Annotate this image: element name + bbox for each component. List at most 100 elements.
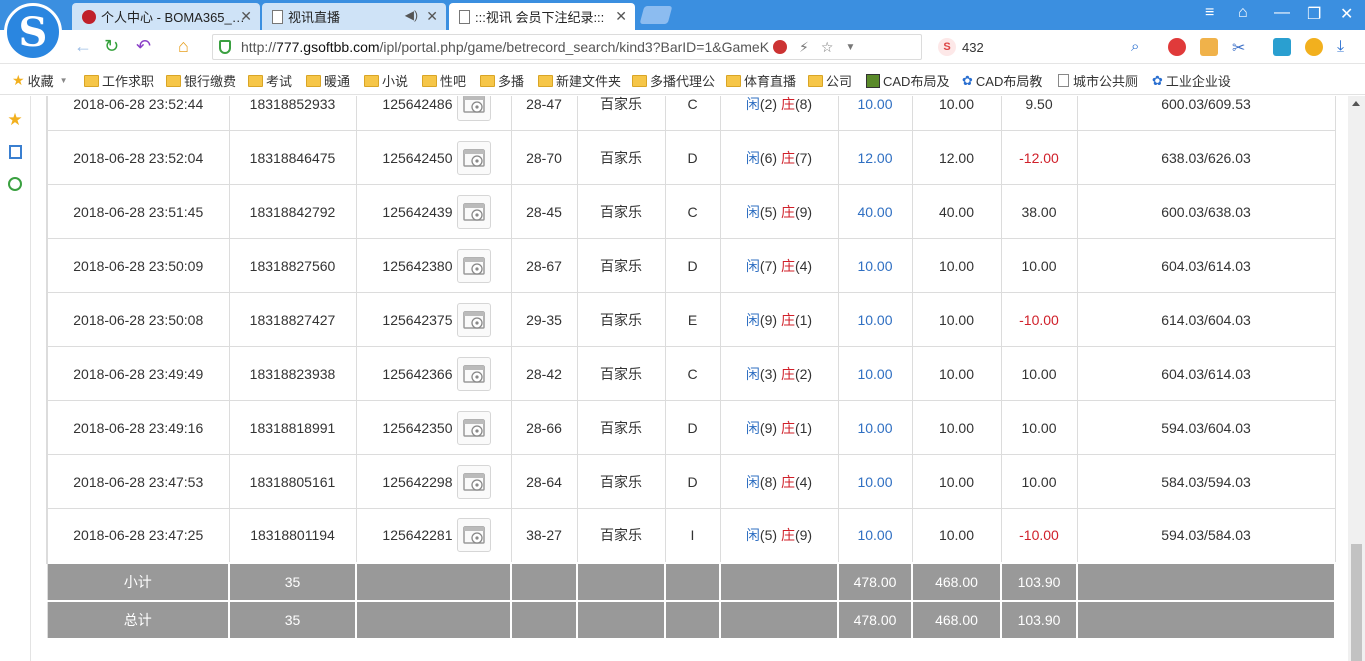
browser-logo[interactable]: S bbox=[4, 3, 62, 61]
bookmark-folder[interactable]: 新建文件夹 bbox=[538, 71, 621, 90]
balance-change: 600.03/638.03 bbox=[1076, 184, 1336, 239]
star-icon[interactable]: ★ bbox=[7, 110, 23, 129]
bookmark-folder[interactable]: 工作求职 bbox=[84, 71, 154, 90]
menu-icon[interactable]: ≡ bbox=[1205, 4, 1214, 22]
video-replay-icon[interactable] bbox=[456, 302, 491, 337]
banker-points: (8) bbox=[794, 96, 813, 112]
bookmark-label: 小说 bbox=[382, 74, 409, 89]
tab-live-video[interactable]: 视讯直播 ◀) ✕ bbox=[262, 3, 446, 30]
back-icon[interactable]: ← bbox=[74, 36, 92, 57]
bet-amount[interactable]: 10.00 bbox=[837, 508, 913, 563]
close-icon[interactable]: ✕ bbox=[240, 8, 252, 25]
subtotal-label: 小计 bbox=[46, 561, 230, 602]
tab-bet-records[interactable]: :::视讯 会员下注纪录::: ✕ bbox=[449, 3, 635, 30]
scissors-icon[interactable]: ✂ bbox=[1232, 38, 1250, 57]
bookmark-folder[interactable]: 多播 bbox=[480, 71, 524, 90]
bet-amount[interactable]: 10.00 bbox=[837, 292, 913, 347]
player-points: (6) bbox=[759, 149, 778, 166]
folder-icon bbox=[364, 74, 379, 87]
bet-amount[interactable]: 10.00 bbox=[837, 400, 913, 455]
bet-amount[interactable]: 40.00 bbox=[837, 184, 913, 239]
page-icon bbox=[459, 9, 470, 24]
bookmark-folder[interactable]: 暖通 bbox=[306, 71, 350, 90]
bookmark-folder[interactable]: 考试 bbox=[248, 71, 292, 90]
banker-label: 庄 bbox=[780, 419, 795, 436]
bookmark-link[interactable]: CAD布局及 bbox=[866, 71, 949, 90]
bookmark-folder[interactable]: 体育直播 bbox=[726, 71, 796, 90]
scroll-up-arrow-icon[interactable] bbox=[1352, 101, 1360, 106]
search-engine-icon[interactable]: S bbox=[938, 38, 956, 56]
skin-icon[interactable]: ⌂ bbox=[1238, 4, 1248, 22]
vertical-scrollbar[interactable] bbox=[1348, 96, 1365, 661]
close-icon[interactable]: ✕ bbox=[426, 8, 438, 25]
notebook-icon[interactable] bbox=[7, 144, 23, 160]
game-result: 闲(9) 庄(1) bbox=[719, 292, 839, 347]
bet-amount[interactable]: 10.00 bbox=[837, 96, 913, 131]
more-icon[interactable] bbox=[1305, 38, 1323, 56]
favorite-star-icon[interactable]: ☆ bbox=[821, 39, 834, 56]
url-host: 777.gsoftbb.com bbox=[276, 39, 380, 55]
video-replay-icon[interactable] bbox=[456, 356, 491, 391]
bookmark-link[interactable]: ✿ CAD布局教 bbox=[962, 71, 1042, 90]
table-code: 28-42 bbox=[510, 346, 578, 401]
tab-personal-center[interactable]: 个人中心 - BOMA365_… ✕ bbox=[72, 3, 260, 30]
block-icon[interactable] bbox=[773, 40, 788, 54]
close-window-icon[interactable]: ✕ bbox=[1340, 4, 1353, 24]
game-id: 125642298 bbox=[382, 473, 453, 490]
bookmark-folder[interactable]: 银行缴费 bbox=[166, 71, 236, 90]
minimize-icon[interactable]: — bbox=[1274, 4, 1290, 22]
extension-icon[interactable] bbox=[1200, 38, 1218, 56]
scrollbar-thumb[interactable] bbox=[1351, 544, 1362, 661]
url-field[interactable]: http://777.gsoftbb.com/ipl/portal.php/ga… bbox=[212, 34, 922, 60]
home-icon[interactable]: ⌂ bbox=[178, 36, 189, 57]
video-replay-icon[interactable] bbox=[456, 140, 491, 175]
game-result: 闲(5) 庄(9) bbox=[719, 508, 839, 563]
table-code: 29-35 bbox=[510, 292, 578, 347]
clock-icon[interactable] bbox=[7, 176, 23, 192]
bet-amount[interactable]: 10.00 bbox=[837, 238, 913, 293]
folder-icon bbox=[84, 74, 99, 87]
player-points: (2) bbox=[759, 96, 778, 112]
table-code: 28-70 bbox=[510, 130, 578, 185]
player-points: (7) bbox=[759, 257, 778, 274]
undo-icon[interactable]: ↶ bbox=[136, 36, 151, 57]
speaker-icon[interactable]: ◀) bbox=[405, 8, 418, 22]
download-icon[interactable]: ⤓ bbox=[1337, 38, 1355, 56]
bookmark-link[interactable]: ✿ 工业企业设 bbox=[1152, 71, 1231, 90]
bet-amount[interactable]: 10.00 bbox=[837, 346, 913, 401]
lightning-icon[interactable]: ⚡ bbox=[799, 39, 809, 56]
new-tab-button[interactable] bbox=[639, 6, 673, 24]
star-icon: ★ bbox=[12, 72, 25, 88]
chevron-down-icon[interactable]: ▼ bbox=[845, 42, 855, 53]
search-icon[interactable]: ⌕ bbox=[1131, 38, 1149, 56]
video-replay-icon[interactable] bbox=[456, 96, 491, 121]
search-field[interactable]: S 432 bbox=[930, 34, 1152, 60]
video-replay-icon[interactable] bbox=[456, 464, 491, 499]
bet-amount[interactable]: 12.00 bbox=[837, 130, 913, 185]
bookmark-favorites[interactable]: ★ 收藏 ▼ bbox=[12, 71, 68, 90]
video-replay-icon[interactable] bbox=[456, 410, 491, 445]
video-replay-icon[interactable] bbox=[456, 194, 491, 229]
bookmark-folder[interactable]: 性吧 bbox=[422, 71, 466, 90]
adblock-icon[interactable] bbox=[1168, 38, 1186, 56]
win-loss: 38.00 bbox=[1000, 184, 1078, 239]
bet-time: 2018-06-28 23:51:45 bbox=[46, 184, 230, 239]
banker-points: (2) bbox=[794, 365, 813, 382]
translate-icon[interactable] bbox=[1273, 38, 1291, 56]
bookmark-folder[interactable]: 公司 bbox=[808, 71, 852, 90]
player-label: 闲 bbox=[745, 419, 760, 436]
bookmark-folder[interactable]: 多播代理公 bbox=[632, 71, 715, 90]
banker-points: (7) bbox=[794, 149, 813, 166]
url-path: /ipl/portal.php/game/betrecord_search/ki… bbox=[379, 39, 770, 55]
bookmark-folder[interactable]: 小说 bbox=[364, 71, 408, 90]
bookmark-label: 体育直播 bbox=[744, 74, 797, 89]
restore-icon[interactable]: ❐ bbox=[1307, 4, 1321, 24]
close-icon[interactable]: ✕ bbox=[615, 8, 627, 25]
bookmark-link[interactable]: 城市公共厕 bbox=[1058, 71, 1138, 90]
url-prefix: http:// bbox=[241, 39, 277, 55]
bet-amount[interactable]: 10.00 bbox=[837, 454, 913, 509]
refresh-icon[interactable]: ↻ bbox=[104, 36, 119, 57]
video-replay-icon[interactable] bbox=[456, 518, 491, 553]
player-points: (5) bbox=[759, 203, 778, 220]
video-replay-icon[interactable] bbox=[456, 248, 491, 283]
